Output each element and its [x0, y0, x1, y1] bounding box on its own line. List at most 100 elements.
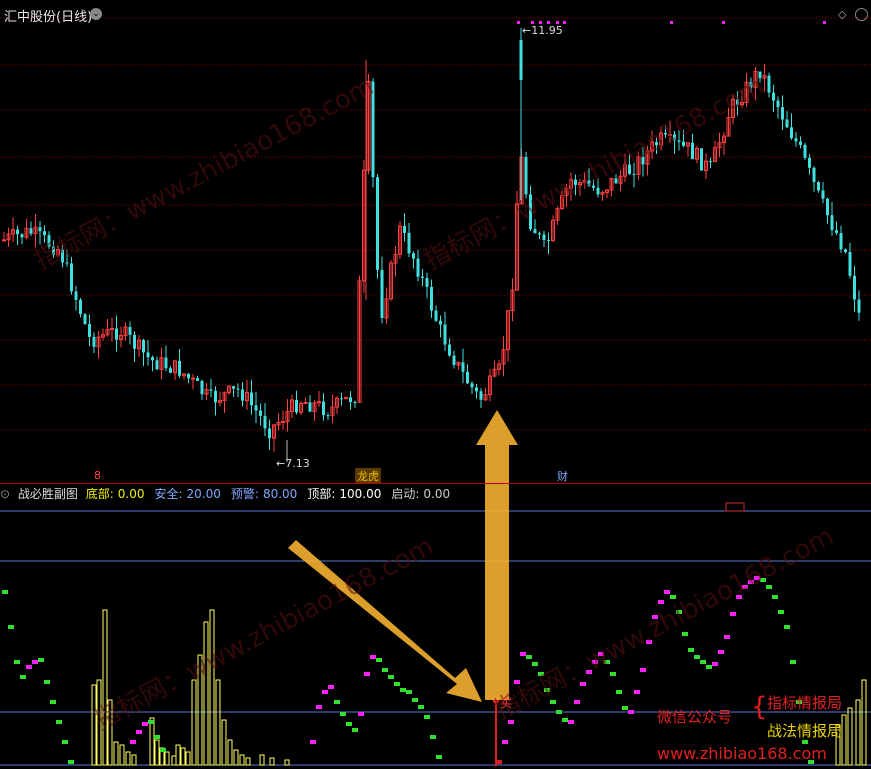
chart-canvas[interactable]: 指标网：www.zhibiao168.com 指标网：www.zhibiao168… — [0, 0, 871, 769]
candle-body — [232, 386, 235, 389]
diamond-icon[interactable]: ◇ — [838, 8, 846, 21]
candle-body — [214, 390, 217, 403]
indicator-step — [436, 755, 442, 759]
candle-body — [200, 380, 204, 395]
candle-body — [110, 328, 114, 331]
indicator-step — [322, 690, 328, 694]
indicator-bar — [209, 609, 215, 766]
indicator-step — [38, 658, 44, 662]
indicator-step — [694, 655, 700, 659]
indicator-step — [310, 740, 316, 744]
indicator-step — [8, 625, 14, 629]
candle-body — [538, 233, 541, 235]
candle-body — [781, 107, 784, 120]
indicator-step — [148, 720, 154, 724]
indicator-step — [712, 662, 718, 666]
indicator-bar — [154, 739, 160, 766]
candle-body — [461, 362, 465, 372]
candle-body — [268, 428, 271, 439]
indicator-step — [610, 672, 616, 676]
candle-body — [799, 141, 802, 145]
indicator-step — [700, 660, 706, 664]
candle-body — [191, 377, 195, 380]
indicator-step — [358, 712, 364, 716]
indicator-step — [340, 712, 346, 716]
indicator-item-value: 0.00 — [117, 487, 145, 501]
indicator-step — [706, 665, 712, 669]
candle-body — [79, 299, 82, 315]
event-marker-longhu[interactable]: 龙虎 — [355, 468, 381, 484]
indicator-bar — [180, 747, 186, 766]
indicator-step — [370, 655, 376, 659]
candle-body — [308, 402, 312, 412]
indicator-step — [790, 660, 796, 664]
candle-body — [691, 142, 694, 160]
indicator-step — [562, 718, 568, 722]
candle-body — [169, 368, 172, 373]
low-price-label: ←7.13 — [276, 457, 310, 470]
indicator-step — [142, 722, 148, 726]
indicator-item-label: 预警: — [230, 487, 259, 501]
collapse-icon[interactable]: ⊙ — [0, 487, 10, 501]
indicator-item-label: 顶部: — [307, 487, 336, 501]
indicator-name[interactable]: 战必胜副图 — [18, 487, 78, 501]
panel-divider[interactable] — [0, 483, 871, 484]
candle-body — [155, 360, 159, 370]
candle-body — [790, 127, 793, 139]
indicator-step — [68, 760, 74, 764]
candle-body — [470, 383, 474, 388]
indicator-step — [400, 688, 406, 692]
indicator-step — [334, 700, 340, 704]
candle-body — [416, 258, 420, 277]
candle-body — [519, 40, 523, 80]
indicator-item-label: 底部: — [85, 487, 114, 501]
indicator-step — [688, 648, 694, 652]
watermark-text: 指标网：www.zhibiao168.com — [89, 531, 439, 736]
indicator-bar — [119, 744, 125, 766]
indicator-step — [154, 735, 160, 739]
signal-dot — [722, 21, 725, 24]
indicator-step — [316, 705, 322, 709]
indicator-bar — [164, 751, 170, 766]
indicator-step — [418, 705, 424, 709]
indicator-item: 预警: 80.00 — [231, 487, 303, 501]
chevron-down-icon[interactable]: ⌄ — [90, 8, 102, 20]
up-arrow-icon — [476, 410, 518, 700]
candle-body — [524, 157, 528, 195]
candle-body — [43, 231, 46, 236]
indicator-step — [394, 682, 400, 686]
indicator-step — [634, 690, 640, 694]
high-price-label: ←11.95 — [522, 24, 563, 37]
buy-signal-label: 买 — [500, 696, 513, 710]
candle-body — [632, 173, 636, 175]
candle-body — [430, 286, 433, 311]
candle-body — [128, 326, 132, 335]
settings-circle-icon[interactable] — [855, 8, 868, 21]
indicator-item: 启动: 0.00 — [391, 487, 456, 501]
candle-body — [115, 328, 118, 340]
candle-body — [443, 324, 447, 345]
indicator-bar — [175, 744, 181, 766]
candle-body — [380, 269, 384, 318]
promo-line2: 战法情报局 — [767, 722, 843, 740]
candle-body — [853, 275, 856, 300]
indicator-step — [532, 662, 538, 666]
candle-body — [70, 263, 73, 292]
indicator-bar — [185, 751, 191, 766]
event-marker-8[interactable]: 8 — [94, 469, 101, 482]
candle-body — [16, 229, 19, 235]
candle-body — [848, 252, 852, 276]
indicator-step — [772, 595, 778, 599]
indicator-item-label: 安全: — [154, 487, 183, 501]
signal-dot — [563, 21, 566, 24]
indicator-bar — [259, 754, 265, 766]
indicator-bar — [215, 679, 221, 766]
event-marker-cai[interactable]: 财 — [557, 468, 568, 484]
candle-body — [322, 401, 325, 416]
candle-body — [808, 157, 811, 168]
indicator-bar — [171, 755, 177, 766]
indicator-step — [364, 672, 370, 676]
indicator-item: 顶部: 100.00 — [307, 487, 387, 501]
candle-body — [817, 182, 820, 191]
candle-body — [92, 336, 96, 347]
